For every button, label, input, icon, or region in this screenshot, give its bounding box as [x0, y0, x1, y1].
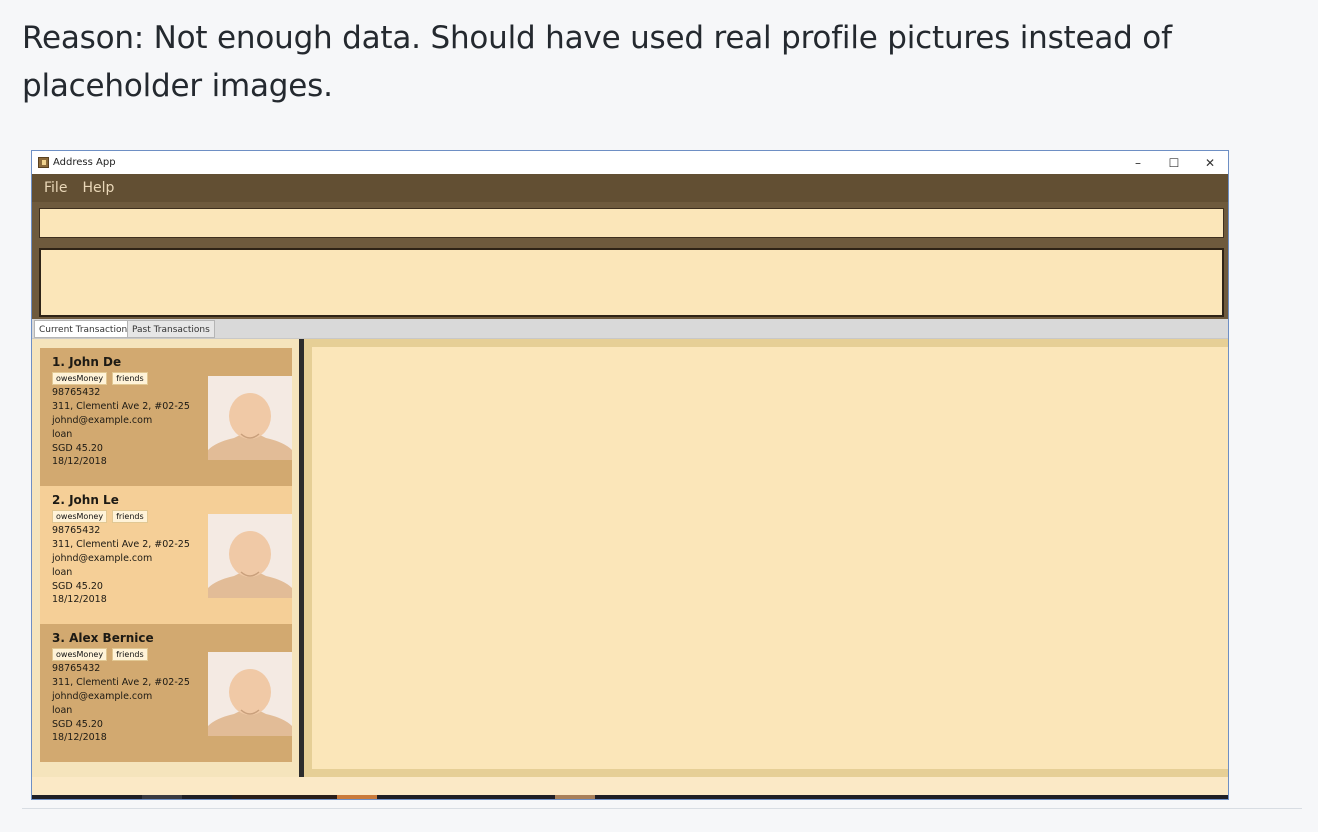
person-name: 2. John Le [52, 493, 119, 507]
status-bar [32, 777, 1228, 795]
person-silhouette-icon [208, 652, 292, 736]
transaction-date: 18/12/2018 [52, 594, 107, 605]
transaction-type: loan [52, 567, 73, 578]
person-card[interactable]: 2. John Le owesMoney friends 98765432 31… [40, 486, 292, 624]
detail-panel [312, 347, 1228, 769]
person-name: 3. Alex Bernice [52, 631, 154, 645]
tab-current-transactions[interactable]: Current Transactions [34, 320, 137, 338]
tag-list: owesMoney friends [52, 510, 148, 523]
tag-list: owesMoney friends [52, 372, 148, 385]
transaction-type: loan [52, 705, 73, 716]
person-silhouette-icon [208, 514, 292, 598]
transaction-date: 18/12/2018 [52, 456, 107, 467]
tag: owesMoney [52, 510, 108, 523]
menu-file[interactable]: File [44, 180, 67, 196]
address-book-icon [38, 157, 49, 168]
tab-bar: Current Transactions Past Transactions [32, 319, 1228, 339]
person-phone: 98765432 [52, 663, 101, 674]
person-silhouette-icon [208, 376, 292, 460]
person-email: johnd@example.com [52, 691, 153, 702]
taskbar-strip [32, 795, 1228, 799]
person-address: 311, Clementi Ave 2, #02-25 [52, 539, 190, 550]
window-title: Address App [53, 157, 116, 168]
person-phone: 98765432 [52, 387, 101, 398]
transaction-date: 18/12/2018 [52, 732, 107, 743]
tag: friends [112, 372, 148, 385]
tag: owesMoney [52, 648, 108, 661]
person-list[interactable]: 1. John De owesMoney friends 98765432 31… [32, 339, 299, 777]
transaction-amount: SGD 45.20 [52, 443, 103, 454]
maximize-button[interactable]: ☐ [1156, 151, 1192, 174]
menu-bar: File Help [32, 174, 1228, 202]
main-content: 1. John De owesMoney friends 98765432 31… [32, 339, 1228, 777]
person-address: 311, Clementi Ave 2, #02-25 [52, 401, 190, 412]
tag: friends [112, 510, 148, 523]
tag: friends [112, 648, 148, 661]
window-controls: – ☐ ✕ [1120, 151, 1228, 174]
tag-list: owesMoney friends [52, 648, 148, 661]
person-email: johnd@example.com [52, 553, 153, 564]
split-pane-divider[interactable] [299, 339, 304, 777]
person-card[interactable]: 3. Alex Bernice owesMoney friends 987654… [40, 624, 292, 762]
divider-rule [22, 808, 1302, 809]
minimize-button[interactable]: – [1120, 151, 1156, 174]
person-card[interactable]: 1. John De owesMoney friends 98765432 31… [40, 348, 292, 486]
review-caption: Reason: Not enough data. Should have use… [22, 20, 1172, 104]
title-bar: Address App – ☐ ✕ [32, 151, 1228, 174]
command-area [32, 202, 1228, 319]
address-app-window: Address App – ☐ ✕ File Help Current Tran… [31, 150, 1229, 800]
person-email: johnd@example.com [52, 415, 153, 426]
close-button[interactable]: ✕ [1192, 151, 1228, 174]
transaction-type: loan [52, 429, 73, 440]
transaction-amount: SGD 45.20 [52, 581, 103, 592]
command-input[interactable] [39, 208, 1224, 238]
tab-past-transactions[interactable]: Past Transactions [127, 320, 215, 338]
result-display [39, 248, 1224, 317]
person-name: 1. John De [52, 355, 122, 369]
menu-help[interactable]: Help [82, 180, 114, 196]
transaction-amount: SGD 45.20 [52, 719, 103, 730]
person-phone: 98765432 [52, 525, 101, 536]
tag: owesMoney [52, 372, 108, 385]
person-address: 311, Clementi Ave 2, #02-25 [52, 677, 190, 688]
